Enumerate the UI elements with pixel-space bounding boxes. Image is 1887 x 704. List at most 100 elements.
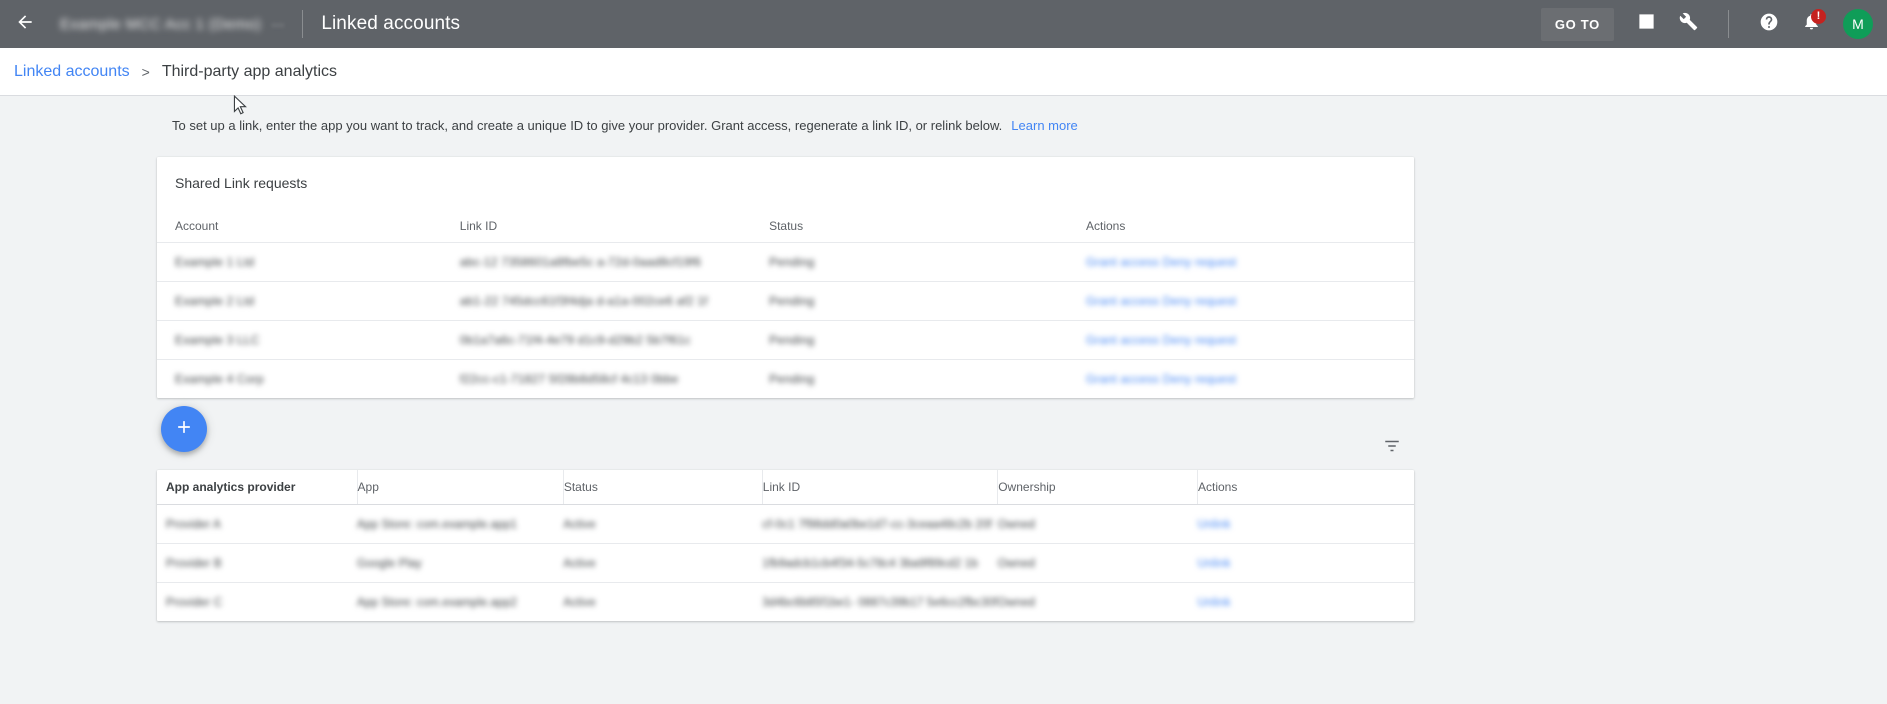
app-analytics-card: App analytics provider App Status Link I…	[157, 470, 1414, 621]
cell-provider: Provider C	[157, 583, 357, 622]
cell-status: Pending	[769, 281, 1086, 321]
cell-actions: Grant access Deny request	[1085, 242, 1414, 282]
table-row: Provider C App Store: com.example.app2 A…	[157, 583, 1414, 622]
provider-value: Provider B	[166, 558, 222, 570]
row-action-links[interactable]: Grant access Deny request	[1086, 333, 1236, 347]
row-action-link[interactable]: Unlink	[1198, 597, 1231, 609]
description-text: To set up a link, enter the app you want…	[172, 118, 1003, 133]
shared-link-requests-table: Account Link ID Status Actions Example 1…	[157, 215, 1414, 398]
column-header-link-id[interactable]: Link ID	[459, 215, 770, 243]
cell-actions: Grant access Deny request	[1085, 281, 1414, 321]
filter-icon	[1383, 437, 1401, 460]
cell-status: Pending	[769, 360, 1086, 399]
cell-actions: Unlink	[1197, 543, 1414, 583]
bar-chart-icon	[1637, 12, 1656, 36]
table-row: Provider B Google Play Active 1fb9adcb1c…	[157, 543, 1414, 583]
cell-actions: Unlink	[1197, 504, 1414, 544]
cell-status: Active	[563, 583, 762, 622]
cell-provider: Provider A	[157, 504, 358, 544]
app-value: App Store: com.example.app2	[357, 597, 518, 609]
row-action-links[interactable]: Grant access Deny request	[1086, 255, 1236, 269]
account-id: ···	[271, 16, 285, 32]
column-header-ownership[interactable]: Ownership	[997, 470, 1198, 505]
status-value: Pending	[769, 372, 815, 386]
column-header-account[interactable]: Account	[157, 215, 460, 243]
app-value: App Store: com.example.app1	[357, 519, 518, 531]
link-id-value: f22cc-c1-71827 5f28b8d58cf 4c13 0bbe	[459, 372, 679, 386]
cell-actions: Grant access Deny request	[1086, 360, 1414, 399]
column-header-app-analytics-provider[interactable]: App analytics provider	[157, 470, 358, 505]
wrench-icon	[1679, 12, 1698, 36]
cell-ownership: Owned	[998, 583, 1198, 622]
provider-value: Provider A	[166, 519, 222, 531]
cell-account: Example 2 Ltd	[157, 281, 460, 321]
table-header-row: App analytics provider App Status Link I…	[157, 470, 1414, 505]
link-id-value: 1fb9adcb1cb4f34-5c78c4 3ba9f89cd2 1b	[762, 558, 978, 570]
cell-link-id: cf-0c1 7f98dd0a0be1d7-cc-3ceaa48c2b 20f	[762, 504, 998, 544]
row-action-links[interactable]: Grant access Deny request	[1086, 294, 1236, 308]
table-row: Example 4 Corp f22cc-c1-71827 5f28b8d58c…	[157, 360, 1414, 399]
tools-button[interactable]	[1668, 4, 1708, 44]
breadcrumb-current: Third-party app analytics	[161, 62, 338, 80]
cell-ownership: Owned	[997, 504, 1198, 544]
add-link-button[interactable]	[161, 406, 207, 452]
shared-link-requests-title: Shared Link requests	[175, 175, 308, 191]
row-action-link[interactable]: Unlink	[1198, 558, 1231, 570]
cell-app: App Store: com.example.app1	[357, 504, 564, 544]
column-header-link-id[interactable]: Link ID	[762, 470, 999, 505]
learn-more-link[interactable]: Learn more	[1011, 118, 1077, 133]
table-row: Example 3 LLC 0b1a7a6c-71f4-4e79 d1c9-d2…	[157, 320, 1414, 360]
link-id-value: cf-0c1 7f98dd0a0be1d7-cc-3ceaa48c2b 20f	[762, 519, 992, 531]
help-button[interactable]	[1749, 4, 1789, 44]
account-value: Example 3 LLC	[175, 333, 260, 347]
reports-button[interactable]	[1626, 4, 1666, 44]
row-action-links[interactable]: Grant access Deny request	[1086, 372, 1236, 386]
column-header-status[interactable]: Status	[769, 215, 1086, 243]
column-header-actions[interactable]: Actions	[1197, 470, 1414, 505]
column-header-actions[interactable]: Actions	[1085, 215, 1414, 243]
page-description: To set up a link, enter the app you want…	[0, 96, 1887, 135]
cell-status: Active	[563, 504, 763, 544]
account-selector[interactable]: Example MCC Acc 1 (Demo) ···	[60, 0, 284, 48]
cell-link-id: ab1-22 745dcc61f3f4dja d-a1a-002ce6 af2 …	[459, 281, 770, 321]
cell-account: Example 1 Ltd	[157, 242, 460, 282]
status-value: Pending	[769, 294, 815, 308]
status-value: Active	[563, 519, 596, 531]
back-button[interactable]	[6, 5, 44, 43]
table-row: Example 2 Ltd ab1-22 745dcc61f3f4dja d-a…	[157, 281, 1414, 321]
cell-ownership: Owned	[997, 543, 1198, 583]
link-id-value: ab1-22 745dcc61f3f4dja d-a1a-002ce6 af2 …	[459, 294, 708, 308]
breadcrumb: Linked accounts > Third-party app analyt…	[0, 48, 1887, 115]
cell-link-id: 1fb9adcb1cb4f34-5c78c4 3ba9f89cd2 1b	[762, 543, 998, 583]
status-value: Pending	[769, 255, 815, 269]
cell-account: Example 4 Corp	[157, 360, 460, 399]
row-action-link[interactable]: Unlink	[1198, 519, 1231, 531]
topbar-divider-right	[1728, 10, 1729, 38]
column-header-status[interactable]: Status	[563, 470, 763, 505]
app-value: Google Play	[357, 558, 422, 570]
provider-value: Provider C	[166, 597, 223, 609]
cell-link-id: abc-12 7358601a8fbe5c a-72d-0aad8cf19f6	[459, 242, 770, 282]
cell-account: Example 3 LLC	[157, 320, 460, 360]
arrow-back-icon	[15, 12, 35, 37]
filter-button[interactable]	[1378, 434, 1406, 462]
topbar-divider-left	[302, 10, 304, 38]
breadcrumb-link-linked-accounts[interactable]: Linked accounts	[14, 63, 130, 81]
cell-actions: Unlink	[1198, 583, 1415, 622]
avatar[interactable]: M	[1843, 9, 1873, 39]
notifications-button[interactable]: !	[1791, 4, 1831, 44]
cell-link-id: 3d4bc6b85f1be1- 0887c39b17 5e6cc2fbc30f	[762, 583, 997, 622]
status-value: Active	[563, 558, 596, 570]
link-id-value: 0b1a7a6c-71f4-4e79 d1c9-d29b2 5b7f61c	[459, 333, 691, 347]
cell-status: Pending	[769, 242, 1086, 282]
account-value: Example 4 Corp	[175, 372, 264, 386]
go-to-button[interactable]: GO TO	[1540, 7, 1614, 41]
account-value: Example 1 Ltd	[175, 255, 255, 269]
table-row: Provider A App Store: com.example.app1 A…	[157, 504, 1414, 544]
notification-badge: !	[1811, 9, 1826, 24]
help-circle-icon	[1759, 12, 1779, 37]
column-header-app[interactable]: App	[357, 470, 564, 505]
cell-status: Active	[563, 543, 763, 583]
breadcrumb-separator: >	[141, 63, 150, 80]
topbar-actions: GO TO ! M	[1540, 4, 1873, 44]
